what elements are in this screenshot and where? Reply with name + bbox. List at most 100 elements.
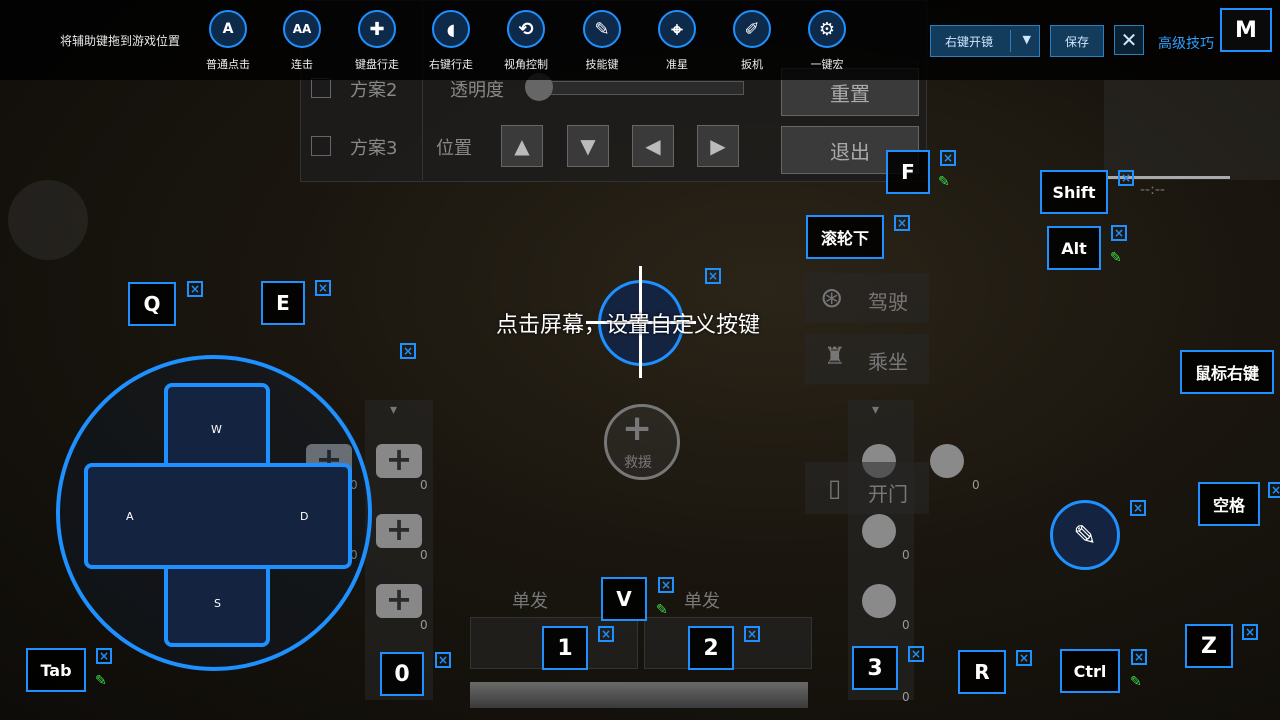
crosshair-icon: ⌖ — [658, 10, 696, 48]
key-Z[interactable]: Z — [1185, 624, 1233, 668]
ride-label: 乘坐 — [868, 350, 908, 374]
tool-trigger[interactable]: ✐ 扳机 — [717, 10, 787, 72]
key-Ctrl-delete-icon[interactable]: × — [1131, 649, 1147, 665]
trigger-icon: ✐ — [733, 10, 771, 48]
key-0-delete-icon[interactable]: × — [435, 652, 451, 668]
key-Q[interactable]: Q — [128, 282, 176, 326]
dpad-icon: ✚ — [358, 10, 396, 48]
scheme-3-label: 方案3 — [350, 138, 398, 159]
tool-right-click-walk[interactable]: ◖ 右键行走 — [416, 10, 486, 72]
key-Ctrl-edit-icon[interactable]: ✎ — [1130, 674, 1142, 690]
tap-icon: A — [209, 10, 247, 48]
key-1[interactable]: 1 — [542, 626, 588, 670]
key-E-delete-icon[interactable]: × — [315, 280, 331, 296]
key-Tab[interactable]: Tab — [26, 648, 86, 692]
key-V[interactable]: V — [601, 577, 647, 621]
key-scroll-down-delete-icon[interactable]: × — [894, 215, 910, 231]
key-M[interactable]: M — [1220, 8, 1272, 52]
macro-icon: ⚙ — [808, 10, 846, 48]
key-Ctrl[interactable]: Ctrl — [1060, 649, 1120, 693]
item-count: 0 — [420, 548, 428, 562]
key-right-mouse[interactable]: 鼠标右键 — [1180, 350, 1274, 394]
select-divider — [1010, 30, 1011, 52]
key-2[interactable]: 2 — [688, 626, 734, 670]
collapse-chevron-icon: ▾ — [390, 402, 398, 418]
key-1-delete-icon[interactable]: × — [598, 626, 614, 642]
key-F[interactable]: F — [886, 150, 930, 194]
dpad-delete-icon[interactable]: × — [400, 343, 416, 359]
key-Tab-edit-icon[interactable]: ✎ — [95, 673, 107, 689]
mouse-icon: ◖ — [432, 10, 470, 48]
advanced-tips-link[interactable]: 高级技巧 — [1158, 33, 1214, 53]
key-R-delete-icon[interactable]: × — [1016, 650, 1032, 666]
steering-wheel-icon: ⊛ — [820, 281, 844, 314]
key-Q-delete-icon[interactable]: × — [187, 281, 203, 297]
move-left-button[interactable]: ◀ — [632, 125, 674, 167]
scope-mode-select[interactable]: 右键开镜 ▼ — [930, 25, 1040, 57]
key-3-delete-icon[interactable]: × — [908, 646, 924, 662]
opacity-slider[interactable] — [530, 81, 744, 95]
item-count: 0 — [902, 618, 910, 632]
close-button[interactable]: ✕ — [1114, 25, 1144, 55]
medkit-icon — [376, 440, 422, 478]
key-2-delete-icon[interactable]: × — [744, 626, 760, 642]
key-Shift[interactable]: Shift — [1040, 170, 1108, 214]
skill-icon: ✎ — [583, 10, 621, 48]
tool-label: 连击 — [291, 58, 313, 71]
medkit-icon — [376, 580, 422, 618]
grenade-icon — [862, 584, 896, 618]
dpad-down-label: S — [214, 597, 221, 610]
chevron-down-icon: ▼ — [1022, 33, 1031, 46]
key-Alt-edit-icon[interactable]: ✎ — [1110, 250, 1122, 266]
tool-keyboard-walk[interactable]: ✚ 键盘行走 — [342, 10, 412, 72]
grenade-icon — [930, 444, 964, 478]
move-right-button[interactable]: ▶ — [697, 125, 739, 167]
key-3[interactable]: 3 — [852, 646, 898, 690]
tool-skill[interactable]: ✎ 技能键 — [567, 10, 637, 72]
tool-label: 右键行走 — [429, 58, 473, 71]
timer-label: --:-- — [1140, 182, 1165, 198]
item-count: 0 — [902, 690, 910, 704]
key-F-edit-icon[interactable]: ✎ — [938, 174, 950, 190]
save-button[interactable]: 保存 — [1050, 25, 1104, 57]
tool-label: 视角控制 — [504, 58, 548, 71]
scope-mode-value: 右键开镜 — [945, 34, 994, 49]
move-up-button[interactable]: ▲ — [501, 125, 543, 167]
tool-macro[interactable]: ⚙ 一键宏 — [792, 10, 862, 72]
key-space[interactable]: 空格 — [1198, 482, 1260, 526]
key-Z-delete-icon[interactable]: × — [1242, 624, 1258, 640]
key-R[interactable]: R — [958, 650, 1006, 694]
combo-icon: AA — [283, 10, 321, 48]
tool-crosshair[interactable]: ⌖ 准星 — [642, 10, 712, 72]
skill-key[interactable]: ✎ — [1050, 500, 1120, 570]
scheme-2-checkbox[interactable] — [311, 78, 331, 98]
tool-label: 技能键 — [585, 58, 619, 71]
key-Tab-delete-icon[interactable]: × — [96, 648, 112, 664]
drive-label: 驾驶 — [868, 290, 908, 314]
open-door-label: 开门 — [868, 482, 908, 506]
move-down-button[interactable]: ▼ — [567, 125, 609, 167]
key-Alt-delete-icon[interactable]: × — [1111, 225, 1127, 241]
voice-panel — [1104, 80, 1280, 180]
key-Shift-delete-icon[interactable]: × — [1118, 170, 1134, 186]
key-F-delete-icon[interactable]: × — [940, 150, 956, 166]
item-count: 0 — [902, 548, 910, 562]
key-scroll-down[interactable]: 滚轮下 — [806, 215, 884, 259]
key-0[interactable]: 0 — [380, 652, 424, 696]
ammo-bar — [470, 682, 808, 708]
tool-label: 键盘行走 — [355, 58, 399, 71]
tool-view-control[interactable]: ⟲ 视角控制 — [491, 10, 561, 72]
key-V-edit-icon[interactable]: ✎ — [656, 602, 668, 618]
scheme-3-checkbox[interactable] — [311, 136, 331, 156]
view-rotate-icon: ⟲ — [507, 10, 545, 48]
skill-key-delete-icon[interactable]: × — [1130, 500, 1146, 516]
tool-tap[interactable]: A 普通点击 — [193, 10, 263, 72]
tool-combo[interactable]: AA 连击 — [267, 10, 337, 72]
key-space-delete-icon[interactable]: × — [1268, 482, 1280, 498]
key-V-delete-icon[interactable]: × — [658, 577, 674, 593]
crosshair-delete-icon[interactable]: × — [705, 268, 721, 284]
key-E[interactable]: E — [261, 281, 305, 325]
medkit-icon — [376, 510, 422, 548]
seat-icon: ♜ — [824, 342, 846, 370]
key-Alt[interactable]: Alt — [1047, 226, 1101, 270]
